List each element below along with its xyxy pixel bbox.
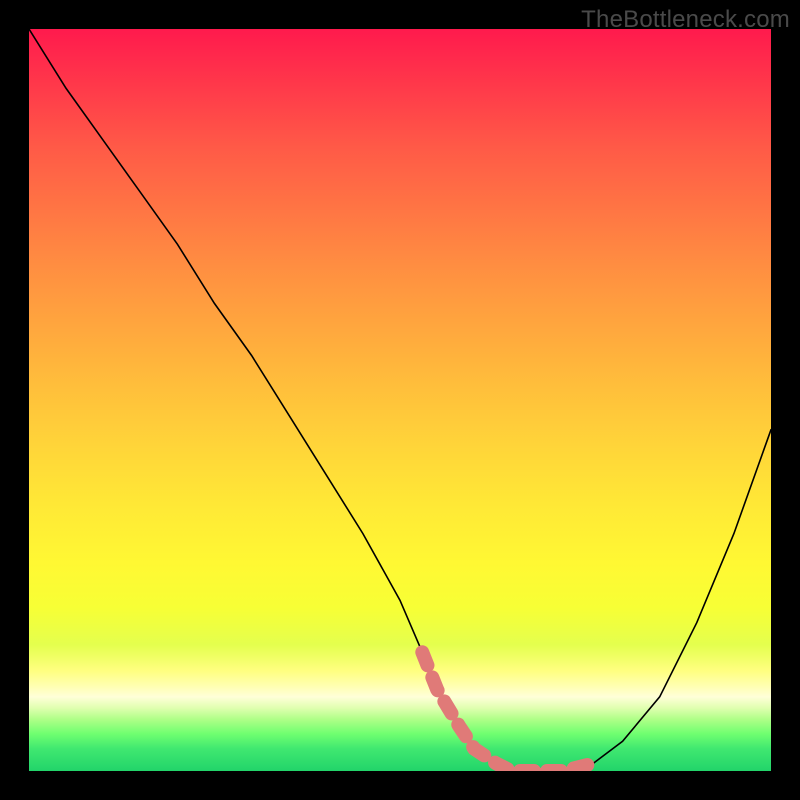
bottleneck-curve-svg [29,29,771,771]
watermark-text: TheBottleneck.com [581,6,790,34]
bottleneck-curve [29,29,771,771]
optimal-range-highlight [422,652,593,771]
chart-plot-area [29,29,771,771]
chart-frame: TheBottleneck.com [0,0,800,800]
